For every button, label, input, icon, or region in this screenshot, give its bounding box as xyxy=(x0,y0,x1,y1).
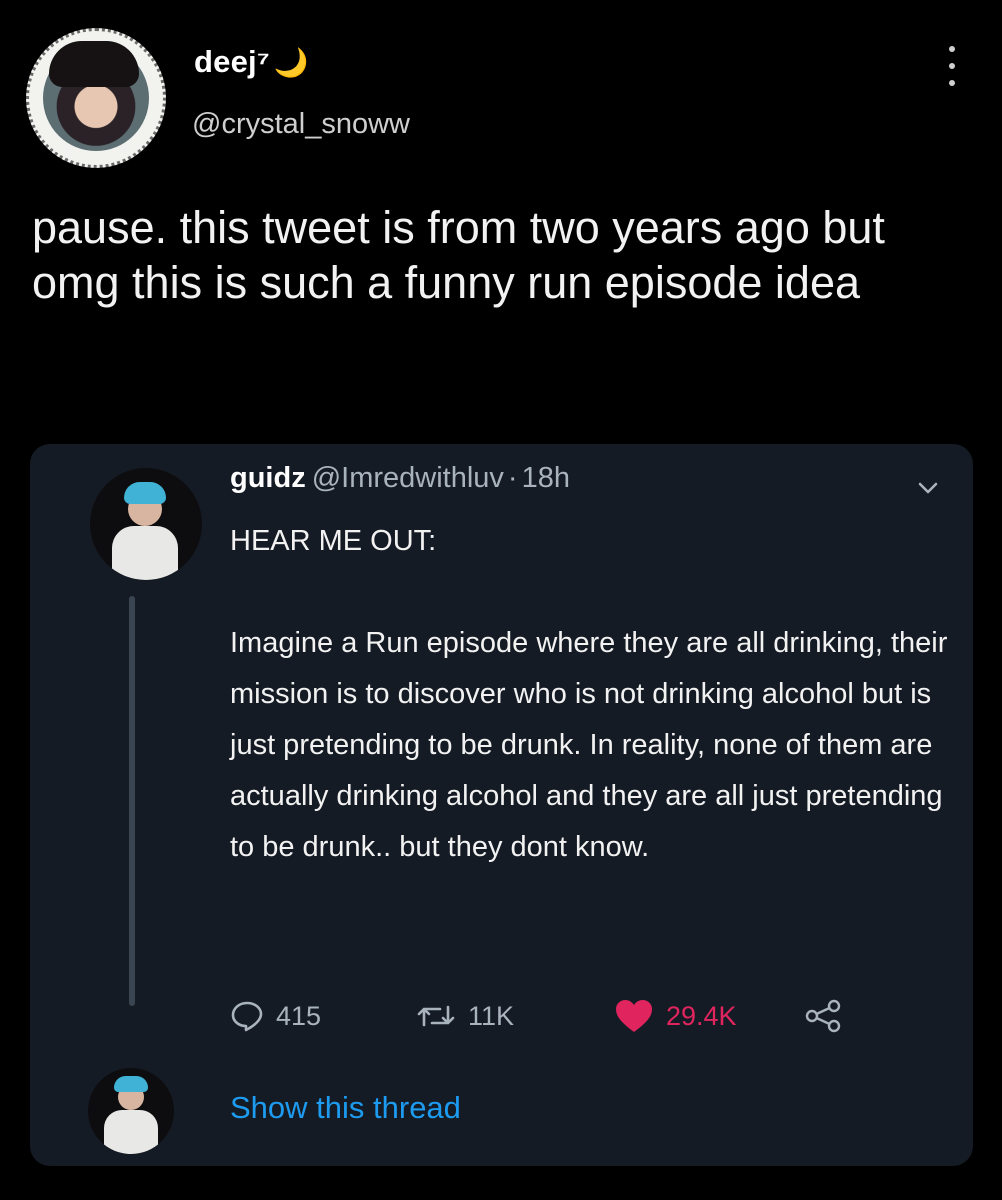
author-display-name[interactable]: deej⁷ 🌙 xyxy=(194,44,309,80)
avatar-hair xyxy=(114,1076,148,1092)
reply-button[interactable]: 415 xyxy=(230,994,321,1038)
chevron-down-icon[interactable] xyxy=(914,474,942,502)
dot xyxy=(949,46,955,52)
reply-icon xyxy=(231,1001,263,1032)
author-handle[interactable]: @crystal_snoww xyxy=(192,108,410,141)
quoted-author-handle[interactable]: @Imredwithluv xyxy=(312,462,504,494)
separator-dot: · xyxy=(507,462,518,494)
heart-icon xyxy=(616,1000,652,1032)
share-icon xyxy=(805,999,841,1033)
quoted-timestamp[interactable]: 18h xyxy=(522,462,570,494)
quoted-paragraph: Imagine a Run episode where they are all… xyxy=(230,627,948,863)
retweet-icon xyxy=(417,1005,455,1027)
thread-author-avatar[interactable] xyxy=(88,1068,174,1154)
share-button[interactable] xyxy=(804,994,842,1038)
quoted-heading-line: HEAR ME OUT: xyxy=(230,525,437,557)
avatar-shirt xyxy=(104,1110,158,1154)
quoted-tweet-card[interactable]: guidz @Imredwithluv · 18h HEAR ME OUT: Imag… xyxy=(30,444,973,1166)
action-bar: 415 11K 29.4K xyxy=(230,994,930,1038)
dot xyxy=(949,63,955,69)
more-options-icon[interactable] xyxy=(944,46,960,86)
moon-icon: 🌙 xyxy=(273,47,309,78)
display-name-text: deej⁷ xyxy=(194,44,270,79)
like-button[interactable]: 29.4K xyxy=(614,994,737,1038)
avatar-hair xyxy=(124,482,166,504)
thread-connector-line xyxy=(129,596,135,1006)
avatar-hair-shape xyxy=(49,41,139,87)
avatar-shirt xyxy=(112,526,178,580)
like-count: 29.4K xyxy=(666,1000,737,1031)
quoted-author-name[interactable]: guidz xyxy=(230,462,306,494)
author-avatar[interactable] xyxy=(26,28,166,168)
retweet-count: 11K xyxy=(468,1000,515,1031)
dot xyxy=(949,80,955,86)
reply-count: 415 xyxy=(276,1000,322,1031)
show-thread-link[interactable]: Show this thread xyxy=(230,1090,461,1126)
quoted-author-avatar[interactable] xyxy=(90,468,202,580)
quoted-tweet-body: HEAR ME OUT: Imagine a Run episode where… xyxy=(230,516,950,873)
retweet-button[interactable]: 11K xyxy=(416,994,514,1038)
quoted-tweet-header: guidz @Imredwithluv · 18h xyxy=(230,462,570,495)
tweet-text: pause. this tweet is from two years ago … xyxy=(32,202,885,308)
